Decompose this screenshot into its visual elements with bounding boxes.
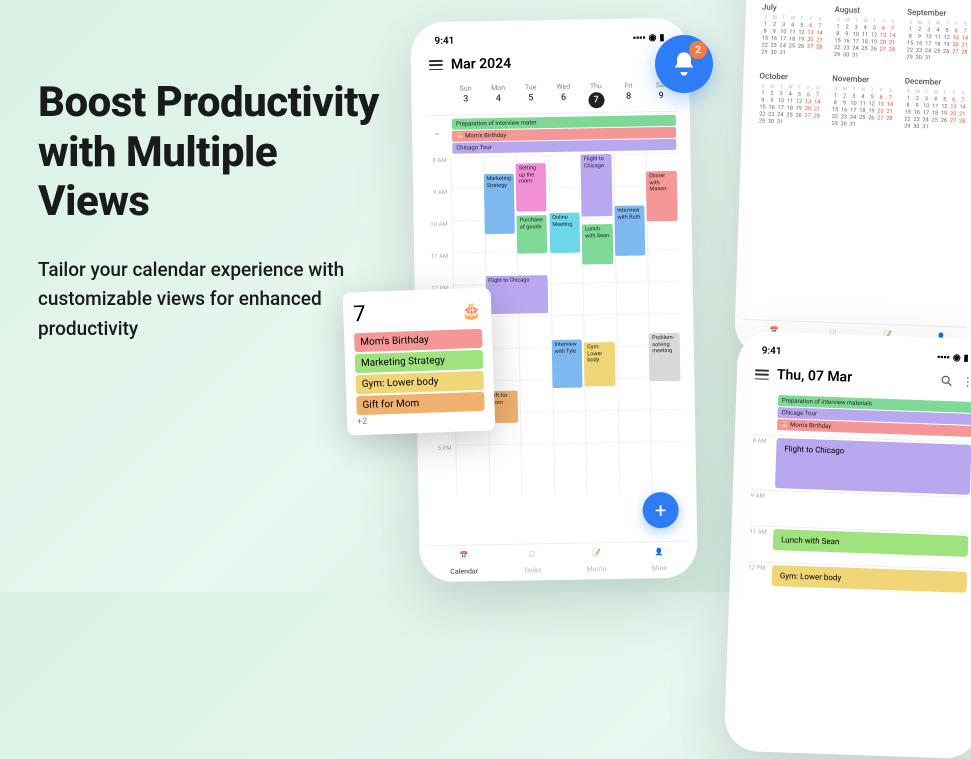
month-title[interactable]: Mar 2024 [451,53,649,72]
bottom-nav: 📅 Calendar ☑ Tasks 📝 Memo 👤 Mine [427,541,690,579]
hour-label: 10 AM [426,221,449,253]
hour-label: 5 PM [430,445,453,477]
search-icon[interactable] [940,374,954,388]
week-day-header: Sun3Mon4Tue5Wed6Thu7Fri8Sat9 [423,77,678,116]
timed-event[interactable]: Flight to Chicago [581,154,612,217]
timed-event[interactable]: Lunch with Sean [582,224,613,265]
week-header: Mar 2024 [423,49,677,81]
dayview-row: 12 PMGym: Lower body [747,561,967,605]
mini-cal-title: November [832,74,895,85]
nav-label: Memo [587,565,607,573]
battery-icon: ▮ [659,33,664,43]
dayview-event[interactable]: Flight to Chicago [775,438,971,495]
week-day[interactable]: Tue5 [514,83,547,110]
timed-event[interactable]: Marketing Strategy [483,174,514,235]
popup-event[interactable]: Gift for Mom [356,392,485,415]
mini-cal-title: July [762,2,825,13]
timed-event[interactable]: Dinner with Mason [646,171,677,222]
battery-icon: ▮ [963,353,968,363]
dayview-row: 8 AMFlight to Chicago [751,434,971,497]
mini-calendar[interactable]: AugustSMTWTFS123456789101112131415161718… [833,1,898,64]
cake-icon: 🎂 [461,301,482,321]
nav-icon: 📅 [457,551,471,565]
timed-event[interactable]: Setting up the room [516,163,547,212]
nav-item-calendar[interactable]: 📅 Calendar [450,551,478,575]
timed-event[interactable]: Problem-solving meeting [649,333,680,382]
phone-year-view: JulySMTWTFS12345678910111213141516171819… [734,0,971,364]
mini-cal-title: August [834,5,897,16]
popup-day-number: 7 [353,302,366,327]
week-day[interactable]: Fri8 [612,81,645,108]
popup-more-count[interactable]: +2 [357,413,485,427]
week-day[interactable]: Mon4 [482,84,515,111]
signal-icon: ▪▪▪▪ [633,32,646,43]
timed-event[interactable]: Flight to Chicago [485,275,549,314]
day-summary-popup[interactable]: 7 🎂 Mom's BirthdayMarketing StrategyGym:… [343,287,496,435]
wifi-icon: ◉ [953,353,961,363]
wifi-icon: ◉ [649,33,657,43]
hour-label: 8 AM [752,437,776,445]
status-time: 9:41 [434,36,454,47]
notification-bell[interactable]: 2 [655,35,713,93]
nav-icon: 📝 [589,549,603,563]
menu-icon[interactable] [755,369,769,379]
nav-item-mine[interactable]: 👤 Mine [651,548,667,572]
mini-calendar[interactable]: NovemberSMTWTFS1234567891011121314151617… [830,70,895,133]
timed-event[interactable]: Interview with Ruth [614,205,645,256]
nav-icon: 👤 [652,548,666,562]
status-icons: ▪▪▪▪ ◉ ▮ [633,32,665,44]
mini-calendar[interactable]: OctoberSMTWTFS12345678910111213141516171… [758,67,823,130]
nav-item-tasks[interactable]: ☑ Tasks [523,550,542,574]
popup-event[interactable]: Mom's Birthday [354,329,483,352]
status-time: 9:41 [762,346,782,358]
hour-label: 8 AM [424,157,447,189]
hour-label: 9 AM [751,492,775,500]
promo-title: Boost Productivity with Multiple Views [38,78,398,227]
signal-icon: ▪▪▪▪ [937,352,950,363]
status-icons: ▪▪▪▪ ◉ ▮ [937,352,969,364]
more-icon[interactable]: ⋮ [962,375,971,389]
mini-calendar[interactable]: SeptemberSMTWTFS123456789101112131415161… [905,4,970,67]
hour-label: 11 AM [749,528,773,536]
day-title[interactable]: Thu, 07 Mar [777,367,932,388]
notification-badge: 2 [689,41,707,59]
dayview-event[interactable]: Lunch with Sean [773,529,969,557]
mini-cal-title: December [905,76,968,87]
hour-label: 9 AM [425,189,448,221]
week-day[interactable]: Wed6 [547,83,580,110]
week-day[interactable]: Sun3 [449,84,482,111]
nav-label: Calendar [450,567,478,575]
mini-calendar[interactable]: DecemberSMTWTFS1234567891011121314151617… [903,72,968,135]
timed-event[interactable]: Gym: Lower body [584,342,615,387]
chevron-down-icon[interactable]: ⌄ [424,116,451,157]
mini-cal-title: October [759,71,822,82]
menu-icon[interactable] [429,60,443,70]
mini-calendar[interactable]: JulySMTWTFS12345678910111213141516171819… [760,0,825,62]
popup-event[interactable]: Marketing Strategy [355,350,484,373]
nav-label: Tasks [523,566,542,574]
hour-label: 12 PM [748,564,772,572]
popup-event[interactable]: Gym: Lower body [355,371,484,394]
nav-item-memo[interactable]: 📝 Memo [586,549,606,573]
week-day[interactable]: Thu7 [580,82,613,109]
mini-cal-title: September [907,8,970,19]
timed-event[interactable]: Interview with Tyle [551,340,582,389]
dayview-event[interactable]: Gym: Lower body [772,565,968,593]
nav-label: Mine [652,564,668,572]
add-button[interactable]: + [642,492,679,529]
hour-label: 11 AM [426,253,449,285]
nav-icon: ☑ [525,550,539,564]
timed-event[interactable]: Online Meeting [549,213,580,254]
allday-section: ⌄ Preparation of interview mater🎂 Mom's … [424,112,679,157]
timed-event[interactable]: Purchase of goods [517,215,548,254]
phone-day-view: 9:41 ▪▪▪▪ ◉ ▮ Thu, 07 Mar ⋮ Preparation … [724,331,971,759]
